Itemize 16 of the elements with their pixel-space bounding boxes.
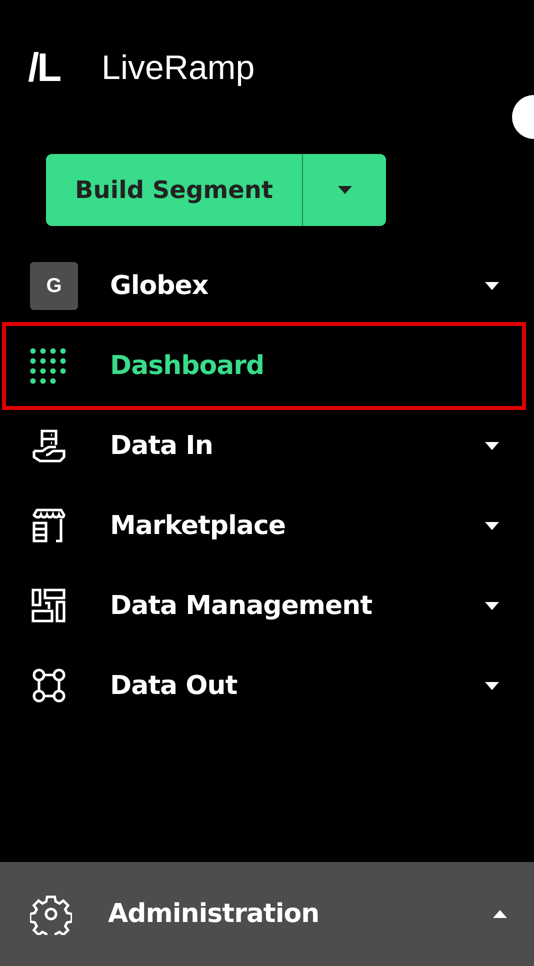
grid-layout-icon: [30, 587, 68, 625]
nav-item[interactable]: Data Management: [2, 566, 526, 646]
caret-icon: [336, 185, 352, 195]
org-avatar: G: [30, 262, 78, 310]
tray-icon: [30, 427, 68, 465]
nav-item[interactable]: Dashboard: [2, 322, 526, 410]
administration-item[interactable]: Administration: [0, 862, 534, 966]
gear-icon: [30, 893, 72, 935]
dot-grid-icon: [30, 348, 66, 384]
brand-name: LiveRamp: [102, 51, 255, 85]
connected-nodes-icon: [30, 667, 68, 705]
build-segment-button[interactable]: Build Segment: [46, 154, 303, 226]
nav-item[interactable]: Data Out: [2, 646, 526, 726]
storefront-icon: [30, 507, 68, 545]
nav-item[interactable]: Marketplace: [2, 486, 526, 566]
logo-mark: /L: [28, 48, 60, 88]
